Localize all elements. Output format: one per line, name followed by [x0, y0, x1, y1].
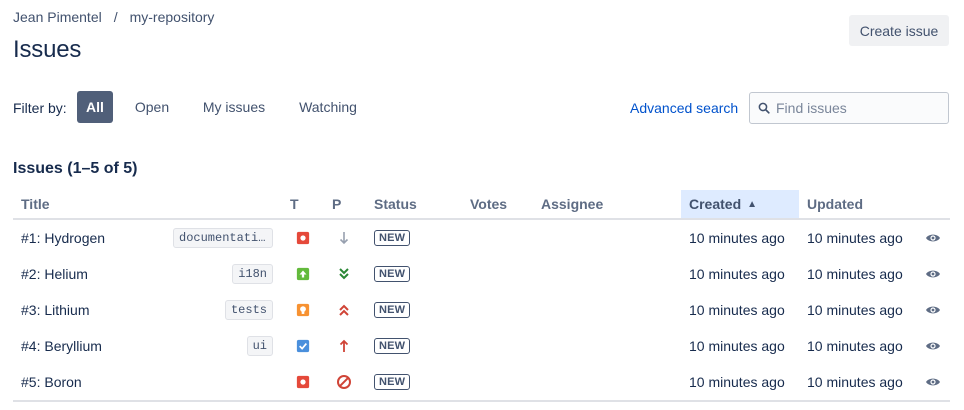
task-icon: [296, 339, 310, 353]
issue-title-link[interactable]: #4: Beryllium: [21, 338, 102, 354]
column-created-label: Created: [689, 196, 742, 212]
table-body: #1: Hydrogen documentation NEW 10 minute…: [13, 220, 950, 400]
column-type[interactable]: T: [290, 190, 310, 218]
updated-value: 10 minutes ago: [807, 374, 903, 390]
created-value: 10 minutes ago: [689, 374, 785, 390]
search-input[interactable]: [774, 99, 948, 117]
created-value: 10 minutes ago: [689, 230, 785, 246]
updated-value: 10 minutes ago: [807, 230, 903, 246]
breadcrumb-separator: /: [113, 9, 118, 25]
table-row: #3: Lithium tests NEW 10 minutes ago 10 …: [13, 292, 950, 328]
status-badge[interactable]: NEW: [374, 302, 411, 318]
issue-label-tag[interactable]: tests: [224, 300, 273, 320]
search-box[interactable]: [749, 92, 949, 124]
table-row: #1: Hydrogen documentation NEW 10 minute…: [13, 220, 950, 256]
column-priority[interactable]: P: [332, 190, 352, 218]
issue-title-link[interactable]: #5: Boron: [21, 374, 82, 390]
proposal-icon: [296, 303, 310, 317]
created-value: 10 minutes ago: [689, 302, 785, 318]
column-assignee[interactable]: Assignee: [541, 190, 641, 218]
table-row: #5: Boron NEW 10 minutes ago 10 minutes …: [13, 364, 950, 400]
filter-open[interactable]: Open: [124, 91, 180, 123]
enhancement-icon: [296, 267, 310, 281]
issues-count-heading: Issues (1–5 of 5): [13, 160, 138, 177]
bug-icon: [296, 375, 310, 389]
filter-my-issues[interactable]: My issues: [192, 91, 276, 123]
breadcrumb: Jean Pimentel / my-repository: [13, 9, 214, 25]
page-title: Issues: [13, 36, 82, 63]
filter-watching[interactable]: Watching: [288, 91, 368, 123]
sort-ascending-icon: ▲: [747, 198, 758, 210]
issue-label-tag[interactable]: documentation: [173, 228, 273, 248]
eye-icon[interactable]: [925, 266, 941, 282]
updated-value: 10 minutes ago: [807, 302, 903, 318]
issues-table: Title T P Status Votes Assignee Created …: [13, 190, 950, 400]
issue-title-link[interactable]: #1: Hydrogen: [21, 230, 105, 246]
column-votes[interactable]: Votes: [470, 190, 530, 218]
eye-icon[interactable]: [925, 338, 941, 354]
table-header: Title T P Status Votes Assignee Created …: [13, 190, 950, 220]
updated-value: 10 minutes ago: [807, 266, 903, 282]
created-value: 10 minutes ago: [689, 266, 785, 282]
column-status[interactable]: Status: [374, 190, 454, 218]
issue-label-tag[interactable]: i18n: [232, 264, 273, 284]
eye-icon[interactable]: [925, 302, 941, 318]
priority-trivial-icon: [339, 268, 349, 280]
bug-icon: [296, 231, 310, 245]
advanced-search-link[interactable]: Advanced search: [630, 100, 738, 116]
created-value: 10 minutes ago: [689, 338, 785, 354]
breadcrumb-owner[interactable]: Jean Pimentel: [13, 9, 102, 25]
priority-blocker-icon: [337, 375, 351, 389]
column-updated[interactable]: Updated: [807, 190, 907, 218]
updated-value: 10 minutes ago: [807, 338, 903, 354]
status-badge[interactable]: NEW: [374, 338, 411, 354]
status-badge[interactable]: NEW: [374, 374, 411, 390]
priority-minor-icon: [339, 232, 349, 245]
issues-page: Jean Pimentel / my-repository Issues Cre…: [0, 0, 964, 410]
eye-icon[interactable]: [925, 230, 941, 246]
filter-label: Filter by:: [13, 100, 67, 116]
column-title[interactable]: Title: [21, 190, 141, 218]
issue-label-tag[interactable]: ui: [246, 336, 273, 356]
priority-critical-icon: [339, 304, 349, 316]
search-icon: [758, 102, 770, 114]
table-row: #4: Beryllium ui NEW 10 minutes ago 10 m…: [13, 328, 950, 364]
eye-icon[interactable]: [925, 374, 941, 390]
breadcrumb-repo[interactable]: my-repository: [130, 9, 215, 25]
table-bottom-border: [13, 400, 950, 402]
filter-all[interactable]: All: [77, 91, 113, 123]
column-created[interactable]: Created ▲: [681, 190, 799, 218]
issue-title-link[interactable]: #3: Lithium: [21, 302, 89, 318]
status-badge[interactable]: NEW: [374, 230, 411, 246]
create-issue-button[interactable]: Create issue: [849, 15, 949, 46]
priority-major-icon: [339, 339, 349, 352]
table-row: #2: Helium i18n NEW 10 minutes ago 10 mi…: [13, 256, 950, 292]
status-badge[interactable]: NEW: [374, 266, 411, 282]
issue-title-link[interactable]: #2: Helium: [21, 266, 88, 282]
